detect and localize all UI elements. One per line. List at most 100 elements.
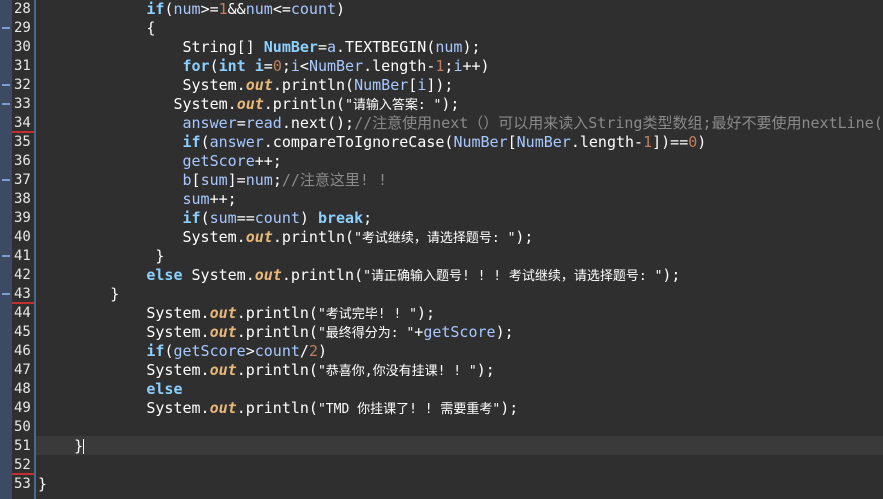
code-line[interactable]: }	[38, 285, 119, 304]
code-line[interactable]: }	[38, 437, 85, 456]
code-token: if	[182, 133, 201, 151]
change-marker[interactable]	[2, 103, 10, 105]
line-number[interactable]: 35	[12, 133, 34, 152]
code-line[interactable]: answer=read.next();//注意使用next（）可以用来读入Str…	[38, 114, 883, 133]
line-number[interactable]: 44	[12, 304, 34, 323]
code-line[interactable]: System.out.println("TMD 你挂课了! ! 需要重考");	[38, 399, 518, 418]
code-token: int	[218, 57, 246, 75]
line-number[interactable]: 33	[12, 95, 34, 114]
code-line[interactable]: System.out.println("考试继续，请选择题号: ");	[38, 228, 534, 247]
line-number[interactable]: 41	[12, 247, 34, 266]
code-token: out	[245, 228, 273, 246]
code-token: count	[254, 342, 300, 360]
line-number[interactable]: 45	[12, 323, 34, 342]
code-token: NumBer	[354, 76, 409, 94]
code-token: }	[38, 475, 48, 493]
line-number[interactable]: 50	[12, 418, 34, 437]
change-marker[interactable]	[2, 84, 10, 86]
line-number[interactable]: 37	[12, 171, 34, 190]
code-token: (	[209, 57, 219, 75]
line-number[interactable]: 29	[12, 19, 34, 38]
code-token: )	[336, 0, 346, 18]
code-token: System.	[146, 361, 210, 379]
code-token: out	[209, 361, 237, 379]
code-token: 2	[308, 342, 318, 360]
code-line[interactable]: getScore++;	[38, 152, 282, 171]
code-token: "请输入答案: "	[345, 98, 442, 113]
code-token: &&	[227, 0, 246, 18]
code-token: i	[417, 76, 427, 94]
code-token: count	[254, 209, 300, 227]
code-line[interactable]: if(getScore>count/2)	[38, 342, 327, 361]
code-line[interactable]: else System.out.println("请正确输入题号! ! ! 考试…	[38, 266, 680, 285]
line-number-gutter[interactable]: 28 29 30 31 32 33 34 35 36 37 38 39 40 41 42 43 44 45 46 47…	[12, 0, 34, 499]
change-marker[interactable]	[2, 293, 10, 295]
code-line[interactable]: for(int i=0;i<NumBer.length-1;i++)	[38, 57, 490, 76]
code-line[interactable]: if(answer.compareToIgnoreCase(NumBer[Num…	[38, 133, 707, 152]
code-token: .length-	[570, 133, 644, 151]
line-number[interactable]: 48	[12, 380, 34, 399]
code-line[interactable]: System.out.println("请输入答案: ");	[38, 95, 459, 114]
line-number[interactable]: 47	[12, 361, 34, 380]
line-number[interactable]: 36	[12, 152, 34, 171]
code-token: NumBer	[308, 57, 364, 75]
code-token: NumBer	[263, 38, 318, 56]
line-number[interactable]: 30	[12, 38, 34, 57]
line-number[interactable]: 28	[12, 0, 34, 19]
line-number[interactable]: 53	[12, 475, 34, 494]
code-token: ])==	[652, 133, 689, 151]
line-number[interactable]: 38	[12, 190, 34, 209]
code-area[interactable]: if(num>=1&&num<=count) { String[] NumBer…	[38, 0, 883, 499]
code-editor[interactable]: 28 29 30 31 32 33 34 35 36 37 38 39 40 41 42 43 44 45 46 47…	[0, 0, 883, 499]
code-line[interactable]: }	[38, 247, 164, 266]
line-number[interactable]: 42	[12, 266, 34, 285]
code-token: 1	[218, 0, 228, 18]
line-number[interactable]: 43	[12, 285, 34, 304]
code-line[interactable]: String[] NumBer=a.TEXTBEGIN(num);	[38, 38, 481, 57]
line-number[interactable]: 51	[12, 437, 34, 456]
code-token: );	[441, 95, 460, 113]
code-token: );	[476, 361, 495, 379]
code-line[interactable]: }	[38, 475, 47, 494]
change-marker[interactable]	[2, 27, 10, 29]
line-number[interactable]: 32	[12, 76, 34, 95]
code-token: .TEXTBEGIN(	[336, 38, 436, 56]
code-line[interactable]: sum++;	[38, 190, 237, 209]
code-line[interactable]: System.out.println("恭喜你,你没有挂课! ! ");	[38, 361, 495, 380]
code-token: );	[416, 304, 435, 322]
code-token: i	[290, 57, 300, 75]
line-number[interactable]: 49	[12, 399, 34, 418]
line-number[interactable]: 40	[12, 228, 34, 247]
line-number[interactable]: 31	[12, 57, 34, 76]
code-line[interactable]: {	[38, 19, 155, 38]
line-number[interactable]: 39	[12, 209, 34, 228]
code-line[interactable]: System.out.println(NumBer[i]);	[38, 76, 454, 95]
code-line[interactable]: System.out.println("最终得分为: "+getScore);	[38, 323, 513, 342]
line-number[interactable]: 46	[12, 342, 34, 361]
code-line[interactable]: b[sum]=num;//注意这里! !	[38, 171, 388, 190]
code-line[interactable]: else	[38, 380, 182, 399]
code-token: count	[290, 0, 337, 18]
change-marker-ruler[interactable]	[0, 0, 12, 499]
line-number[interactable]: 34	[12, 114, 34, 133]
code-token: sum	[182, 190, 210, 208]
code-token: {	[146, 19, 156, 37]
code-token: .println(	[236, 304, 318, 322]
change-marker[interactable]	[2, 179, 10, 181]
line-number[interactable]: 52	[12, 456, 34, 475]
code-line[interactable]: System.out.println("考试完毕! ! ");	[38, 304, 435, 323]
code-token: .println(	[281, 266, 364, 284]
code-token: >	[245, 342, 255, 360]
code-token: sum	[209, 209, 237, 227]
code-line[interactable]: if(sum==count) break;	[38, 209, 373, 228]
change-marker[interactable]	[2, 255, 10, 257]
code-line[interactable]: if(num>=1&&num<=count)	[38, 0, 345, 19]
